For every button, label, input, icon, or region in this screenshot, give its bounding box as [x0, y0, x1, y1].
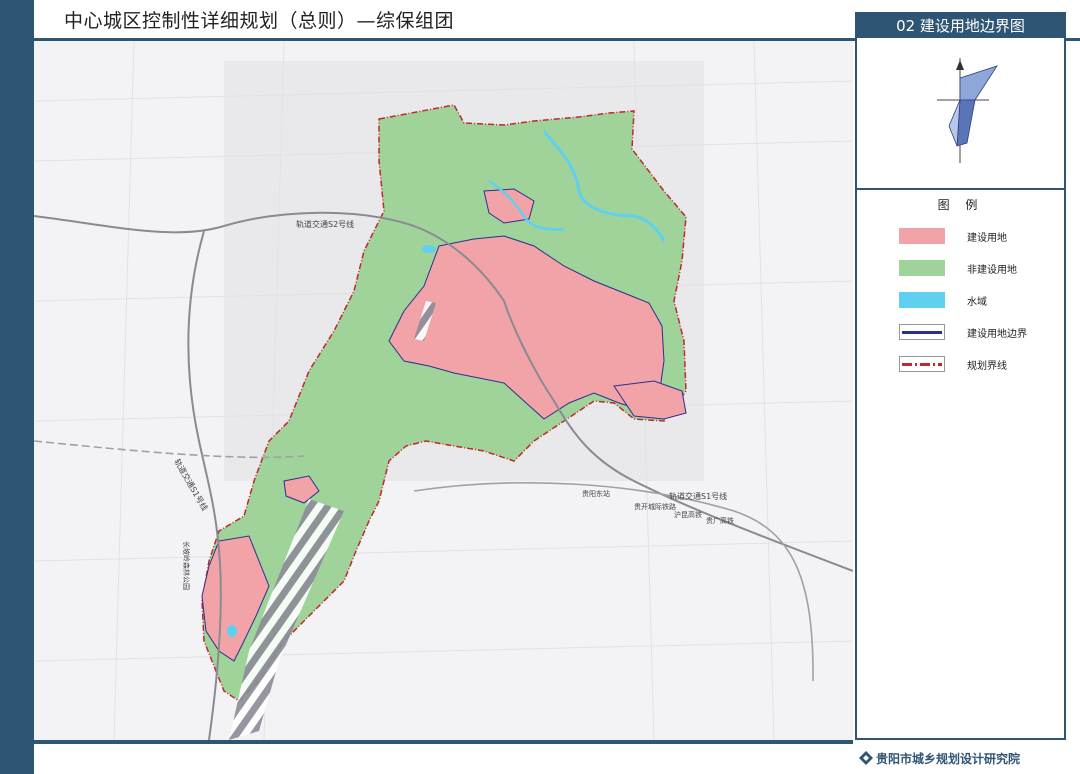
- legend-label: 水域: [967, 297, 987, 308]
- left-decorative-bar: [0, 0, 34, 774]
- organization-name: 贵阳市城乡规划设计研究院: [876, 752, 1021, 766]
- legend-swatch: [899, 228, 945, 244]
- panel-title: 02 建设用地边界图: [857, 14, 1064, 38]
- water-lake: [227, 625, 237, 637]
- map-label-hsr-2: 贵广高铁: [706, 516, 734, 525]
- map-label-hsr-1: 沪昆高铁: [674, 510, 702, 519]
- legend-item-planning-boundary: 规划界线: [899, 354, 1059, 374]
- map-label-rail-s2: 轨道交通S2号线: [296, 219, 354, 229]
- map-label-rail-s1-east: 轨道交通S1号线: [669, 491, 727, 501]
- legend-item-water: 水域: [899, 290, 1059, 310]
- org-logo-icon: [859, 751, 873, 765]
- legend-swatch: [899, 260, 945, 276]
- legend-label: 非建设用地: [967, 265, 1017, 276]
- compass-box: [857, 38, 1064, 190]
- legend-title: 图 例: [937, 198, 984, 212]
- map-label-forest-park: 长坡岭森林公园: [182, 541, 191, 590]
- map-canvas[interactable]: 轨道交通S2号线 轨道交通S1号线 轨道交通S1号线 贵阳东站 贵开城际铁路 沪…: [34, 41, 853, 744]
- legend-item-construction-boundary: 建设用地边界: [899, 322, 1059, 342]
- map-label-intercity-rail: 贵开城际铁路: [634, 502, 676, 511]
- legend-swatch: [899, 292, 945, 308]
- legend-panel: 02 建设用地边界图 图 例 建设用地 非建设用地 水域 建设用地边界 规划界线: [855, 12, 1066, 740]
- map-label-east-station: 贵阳东站: [582, 489, 610, 498]
- legend-swatch: [899, 324, 945, 340]
- north-arrow-icon: [937, 58, 998, 163]
- legend-label: 建设用地: [967, 233, 1007, 244]
- legend-item-non-construction-land: 非建设用地: [899, 258, 1059, 278]
- legend-swatch: [899, 356, 945, 372]
- water-pond: [422, 245, 436, 253]
- legend-item-construction-land: 建设用地: [899, 226, 1059, 246]
- page-title: 中心城区控制性详细规划（总则）—综保组团: [64, 10, 455, 32]
- legend-label: 规划界线: [967, 361, 1007, 372]
- map-svg: 轨道交通S2号线 轨道交通S1号线 轨道交通S1号线 贵阳东站 贵开城际铁路 沪…: [34, 41, 853, 740]
- legend-label: 建设用地边界: [967, 329, 1027, 340]
